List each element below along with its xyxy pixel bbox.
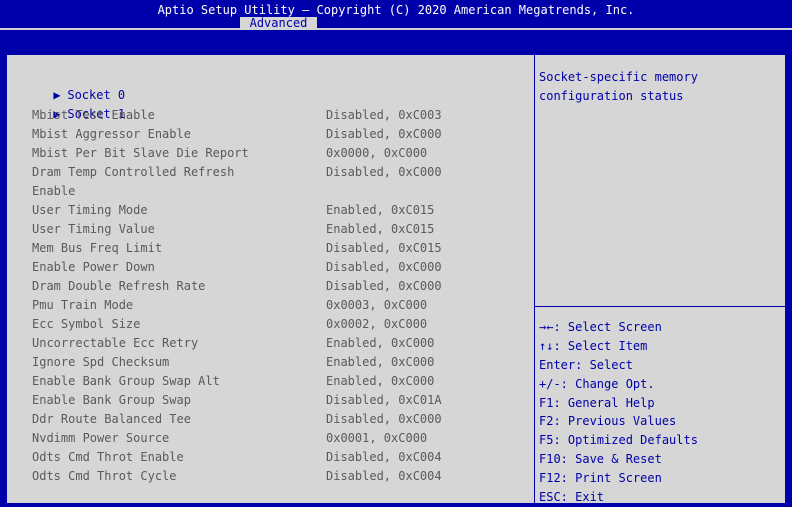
- key-hint: →←: Select Screen: [539, 320, 662, 334]
- setting-value: Disabled, 0xC004: [326, 469, 442, 483]
- key-hint: F1: General Help: [539, 395, 655, 410]
- setting-label: User Timing Mode: [32, 203, 148, 217]
- key-hint: Enter: Select: [539, 357, 633, 372]
- setting-value: 0x0003, 0xC000: [326, 298, 428, 312]
- setting-value: Disabled, 0xC000: [326, 279, 442, 293]
- setting-label: Mbist Per Bit Slave Die Report: [32, 146, 249, 160]
- setting-value: Enabled, 0xC015: [326, 203, 435, 217]
- key-hint: ↑↓: Select Item: [539, 338, 648, 353]
- app-title: Aptio Setup Utility – Copyright (C) 2020…: [157, 3, 635, 17]
- setting-label: Ecc Symbol Size: [32, 317, 141, 331]
- setting-value: 0x0002, 0xC000: [326, 317, 428, 331]
- key-hint: F2: Previous Values: [539, 414, 677, 429]
- setting-value: Disabled, 0xC000: [326, 165, 442, 179]
- setting-label: Enable: [32, 184, 76, 198]
- tab-advanced[interactable]: Advanced: [240, 17, 317, 30]
- key-hint: F5: Optimized Defaults: [539, 433, 698, 448]
- settings-list: ▶ Socket 0 ▶ Socket 1 Mbist Test Enable Dis…: [7, 55, 534, 503]
- help-line: Socket-specific memory: [539, 70, 698, 84]
- setting-value: Disabled, 0xC000: [326, 127, 442, 141]
- setting-value: Disabled, 0xC003: [326, 108, 442, 122]
- submenu-socket-1[interactable]: ▶ Socket 1: [7, 87, 125, 121]
- setting-value: Disabled, 0xC000: [326, 412, 442, 426]
- key-hint: ESC: Exit: [539, 490, 605, 505]
- setting-value: 0x0000, 0xC000: [326, 146, 428, 160]
- setting-label: Mem Bus Freq Limit: [32, 241, 163, 255]
- setting-value: Enabled, 0xC015: [326, 222, 435, 236]
- title-bar: Aptio Setup Utility – Copyright (C) 2020…: [0, 0, 792, 30]
- setting-label: Ignore Spd Checksum: [32, 355, 170, 369]
- setting-value: Disabled, 0xC01A: [326, 393, 442, 407]
- help-line: configuration status: [539, 89, 684, 103]
- setting-label: Enable Bank Group Swap: [32, 393, 191, 407]
- setting-label: Dram Double Refresh Rate: [32, 279, 206, 293]
- key-hint: +/-: Change Opt.: [539, 376, 655, 391]
- setting-label: Enable Bank Group Swap Alt: [32, 374, 220, 388]
- vertical-divider: [534, 55, 535, 503]
- setting-value: Enabled, 0xC000: [326, 336, 435, 350]
- main-panel: ▶ Socket 0 ▶ Socket 1 Mbist Test Enable Dis…: [7, 55, 785, 504]
- setting-label: Dram Temp Controlled Refresh: [32, 165, 235, 179]
- setting-value: Enabled, 0xC000: [326, 374, 435, 388]
- setting-label: Pmu Train Mode: [32, 298, 134, 312]
- setting-label: Ddr Route Balanced Tee: [32, 412, 191, 426]
- setting-value: Disabled, 0xC004: [326, 450, 442, 464]
- setting-value: Disabled, 0xC015: [326, 241, 442, 255]
- horizontal-divider: [535, 306, 785, 307]
- setting-value: Disabled, 0xC000: [326, 260, 442, 274]
- submenu-socket-0[interactable]: ▶ Socket 0: [7, 68, 125, 102]
- key-hint: F12: Print Screen: [539, 471, 662, 486]
- setting-label: Enable Power Down: [32, 260, 155, 274]
- setting-value: 0x0001, 0xC000: [326, 431, 428, 445]
- setting-label: Mbist Aggressor Enable: [32, 127, 191, 141]
- setting-label: User Timing Value: [32, 222, 155, 236]
- setting-label: Odts Cmd Throt Enable: [32, 450, 184, 464]
- setting-value: Enabled, 0xC000: [326, 355, 435, 369]
- key-legend: →←: Select Screen ↑↓: Select Item Enter:…: [539, 318, 779, 507]
- key-hint: F10: Save & Reset: [539, 452, 662, 467]
- setting-label: Uncorrectable Ecc Retry: [32, 336, 199, 350]
- help-text: Socket-specific memory configuration sta…: [539, 68, 779, 106]
- setting-label: Nvdimm Power Source: [32, 431, 170, 445]
- setting-label: Odts Cmd Throt Cycle: [32, 469, 177, 483]
- setting-label: Mbist Test Enable: [32, 108, 155, 122]
